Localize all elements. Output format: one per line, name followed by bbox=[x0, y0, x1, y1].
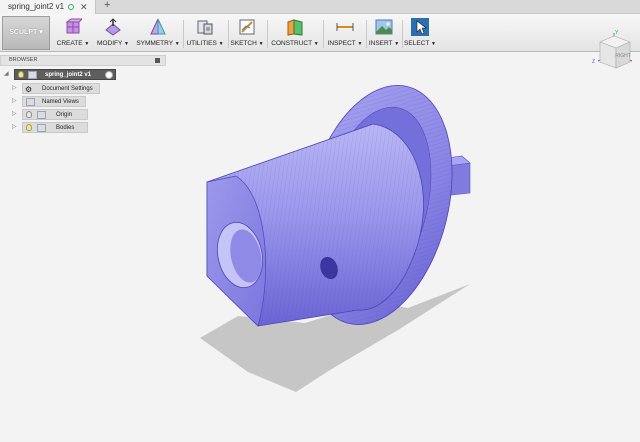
visibility-bulb-icon[interactable] bbox=[26, 111, 32, 118]
toolbar-divider bbox=[323, 20, 324, 48]
create-menu-label: CREATE bbox=[56, 40, 83, 47]
sketch-menu[interactable]: SKETCH ▼ bbox=[230, 16, 264, 50]
bodies-node[interactable]: Bodies bbox=[22, 122, 88, 133]
insert-menu-label: INSERT bbox=[368, 40, 393, 47]
bodies-label: Bodies bbox=[56, 125, 75, 131]
visibility-bulb-icon[interactable] bbox=[18, 71, 24, 78]
browser-item-named-views[interactable]: ▷ Named Views bbox=[12, 96, 162, 107]
named-views-label: Named Views bbox=[42, 99, 79, 105]
toolbar-divider bbox=[183, 20, 184, 48]
browser-item-document-settings[interactable]: ▷ ⚙ Document Settings bbox=[12, 83, 162, 94]
view-cube[interactable]: RIGHT Y Z bbox=[592, 30, 636, 74]
origin-label: Origin bbox=[56, 112, 73, 118]
component-icon bbox=[28, 71, 37, 79]
construct-menu[interactable]: CONSTRUCT ▼ bbox=[270, 16, 320, 50]
browser-item-bodies[interactable]: ▷ Bodies bbox=[12, 122, 162, 133]
toolbar-divider bbox=[267, 20, 268, 48]
construct-menu-label: CONSTRUCT bbox=[271, 40, 312, 47]
symmetry-icon bbox=[150, 18, 166, 35]
create-menu[interactable]: CREATE ▼ bbox=[56, 16, 90, 50]
browser-item-origin[interactable]: ▷ Origin bbox=[12, 109, 162, 120]
modify-menu[interactable]: MODIFY ▼ bbox=[96, 16, 130, 50]
panel-pin-icon[interactable] bbox=[155, 58, 160, 63]
workspace-label: SCULPT bbox=[9, 29, 38, 36]
browser-panel-header[interactable]: BROWSER bbox=[0, 55, 166, 66]
active-component-radio[interactable] bbox=[105, 71, 113, 79]
folder-icon bbox=[37, 111, 46, 119]
expand-arrow-icon[interactable]: ▷ bbox=[12, 122, 17, 133]
document-tab-title: spring_joint2 v1 bbox=[8, 2, 65, 11]
select-arrow-icon bbox=[411, 18, 429, 36]
toolbar-divider bbox=[366, 20, 367, 48]
inspect-menu-label: INSPECT bbox=[327, 40, 356, 47]
symmetry-menu-label: SYMMETRY bbox=[136, 40, 173, 47]
modify-menu-label: MODIFY bbox=[97, 40, 123, 47]
y-axis-label: Y bbox=[615, 30, 619, 36]
root-label: spring_joint2 v1 bbox=[45, 72, 92, 78]
new-tab-button[interactable]: + bbox=[104, 0, 110, 11]
browser-title: BROWSER bbox=[9, 57, 38, 63]
document-settings-node[interactable]: ⚙ Document Settings bbox=[22, 83, 100, 94]
folder-icon bbox=[37, 124, 46, 132]
root-component-node[interactable]: spring_joint2 v1 bbox=[14, 69, 116, 80]
inspect-menu[interactable]: INSPECT ▼ bbox=[326, 16, 364, 50]
select-menu[interactable]: SELECT ▼ bbox=[404, 16, 436, 50]
sketch-icon bbox=[239, 19, 255, 35]
symmetry-menu[interactable]: SYMMETRY ▼ bbox=[136, 16, 180, 50]
expand-arrow-icon[interactable]: ▷ bbox=[12, 83, 17, 94]
document-tab[interactable]: spring_joint2 v1 ✕ bbox=[0, 0, 96, 14]
gear-icon: ⚙ bbox=[25, 85, 33, 94]
modify-icon bbox=[105, 18, 121, 36]
z-axis-label: Z bbox=[592, 59, 595, 65]
insert-menu[interactable]: INSERT ▼ bbox=[368, 16, 400, 50]
collapse-arrow-icon[interactable]: ◢ bbox=[4, 69, 9, 80]
insert-icon bbox=[375, 19, 393, 35]
browser-root-row[interactable]: ◢ spring_joint2 v1 bbox=[4, 69, 164, 80]
main-toolbar: SCULPT ▾ CREATE ▼ MODIFY ▼ SYMMETRY ▼ UT… bbox=[0, 14, 640, 52]
cube-face-label: RIGHT bbox=[615, 53, 631, 59]
construct-icon bbox=[287, 19, 303, 36]
utilities-menu-label: UTILITIES bbox=[186, 40, 217, 47]
sketch-menu-label: SKETCH bbox=[230, 40, 257, 47]
utilities-menu[interactable]: UTILITIES ▼ bbox=[186, 16, 224, 50]
expand-arrow-icon[interactable]: ▷ bbox=[12, 109, 17, 120]
inspect-icon bbox=[336, 23, 354, 31]
workspace-switcher-button[interactable]: SCULPT ▾ bbox=[2, 16, 50, 50]
create-cube-icon bbox=[65, 18, 82, 34]
folder-icon bbox=[26, 98, 35, 106]
document-settings-label: Document Settings bbox=[42, 86, 93, 92]
expand-arrow-icon[interactable]: ▷ bbox=[12, 96, 17, 107]
named-views-node[interactable]: Named Views bbox=[22, 96, 86, 107]
toolbar-divider bbox=[228, 20, 229, 48]
unsaved-indicator-icon bbox=[68, 4, 74, 10]
visibility-bulb-icon[interactable] bbox=[26, 124, 32, 131]
origin-node[interactable]: Origin bbox=[22, 109, 88, 120]
select-menu-label: SELECT bbox=[404, 40, 430, 47]
utilities-icon bbox=[197, 20, 213, 35]
close-tab-icon[interactable]: ✕ bbox=[80, 0, 88, 14]
document-tab-bar: spring_joint2 v1 ✕ + bbox=[0, 0, 640, 14]
toolbar-divider bbox=[402, 20, 403, 48]
